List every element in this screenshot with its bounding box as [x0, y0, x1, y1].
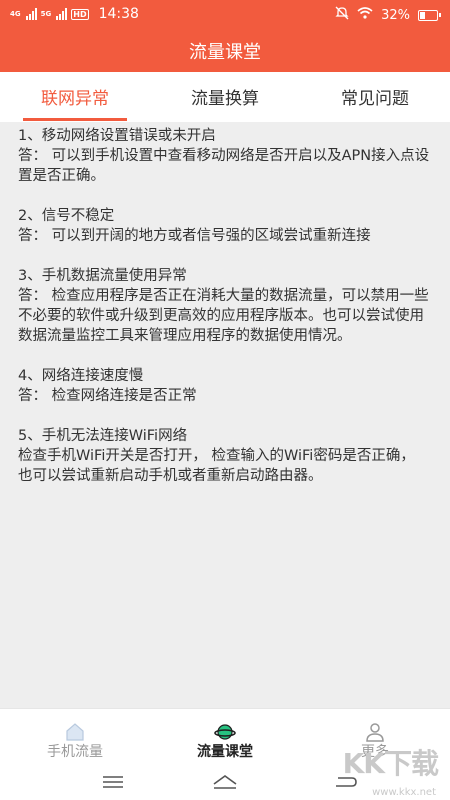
app-header: 流量课堂	[0, 28, 450, 72]
faq-answer: 检查手机WiFi开关是否打开， 检查输入的WiFi密码是否正确， 也可以尝试重新…	[18, 448, 415, 484]
signal-icon-2	[56, 8, 68, 20]
battery-fill	[420, 11, 425, 19]
faq-content: 1、移动网络设置错误或未开启 答： 可以到手机设置中查看移动网络是否开启以及AP…	[0, 122, 450, 708]
person-icon	[364, 721, 386, 743]
tab-traffic-conversion[interactable]: 流量换算	[150, 84, 300, 109]
status-time: 14:38	[98, 6, 139, 22]
nav-label: 流量课堂	[197, 744, 253, 760]
faq-item: 2、信号不稳定 答： 可以到开阔的地方或者信号强的区域尝试重新连接	[18, 206, 432, 246]
mute-icon	[335, 6, 349, 24]
faq-answer: 答： 检查应用程序是否正在消耗大量的数据流量，可以禁用一些不必要的软件或升级到更…	[18, 288, 429, 344]
tab-bar: 联网异常 流量换算 常见问题	[0, 72, 450, 122]
nav-item-phone-traffic[interactable]: 手机流量	[0, 709, 150, 765]
nav-label: 手机流量	[47, 744, 103, 760]
status-bar: 4G 5G HD 14:38 32%	[0, 0, 450, 28]
faq-question: 2、信号不稳定	[18, 208, 115, 224]
watermark-url: www.kkx.net	[372, 787, 436, 798]
faq-answer: 答： 可以到开阔的地方或者信号强的区域尝试重新连接	[18, 228, 371, 244]
faq-item: 1、移动网络设置错误或未开启 答： 可以到手机设置中查看移动网络是否开启以及AP…	[18, 126, 432, 186]
tab-network-error[interactable]: 联网异常	[0, 84, 150, 109]
faq-question: 1、移动网络设置错误或未开启	[18, 128, 216, 144]
status-left: 4G 5G HD 14:38	[10, 6, 139, 22]
faq-question: 4、网络连接速度慢	[18, 368, 144, 384]
network-type-1: 4G	[10, 9, 21, 18]
faq-question: 5、手机无法连接WiFi网络	[18, 428, 188, 444]
signal-icon	[25, 8, 37, 20]
watermark-logo: KK下载 www.kkx.net	[332, 742, 442, 800]
faq-item: 5、手机无法连接WiFi网络 检查手机WiFi开关是否打开， 检查输入的WiFi…	[18, 426, 432, 486]
menu-icon[interactable]	[98, 772, 128, 792]
nav-item-traffic-class[interactable]: 流量课堂	[150, 709, 300, 765]
faq-answer: 答： 检查网络连接是否正常	[18, 388, 197, 404]
faq-item: 4、网络连接速度慢 答： 检查网络连接是否正常	[18, 366, 432, 406]
faq-item: 3、手机数据流量使用异常 答： 检查应用程序是否正在消耗大量的数据流量，可以禁用…	[18, 266, 432, 346]
home-nav-icon[interactable]	[210, 772, 240, 792]
network-type-2: 5G	[40, 9, 52, 18]
page-title: 流量课堂	[189, 42, 261, 63]
battery-icon	[418, 9, 441, 21]
status-right: 32%	[335, 6, 441, 24]
planet-icon	[214, 721, 236, 743]
hd-badge: HD	[71, 8, 89, 20]
wifi-icon	[357, 7, 373, 23]
home-icon	[64, 721, 86, 743]
tab-indicator	[23, 118, 127, 121]
faq-question: 3、手机数据流量使用异常	[18, 268, 187, 284]
faq-answer: 答： 可以到手机设置中查看移动网络是否开启以及APN接入点设置是否正确。	[18, 148, 430, 184]
battery-percent: 32%	[381, 7, 410, 23]
tab-faq[interactable]: 常见问题	[300, 84, 450, 109]
watermark-text: KK下载	[342, 747, 439, 780]
